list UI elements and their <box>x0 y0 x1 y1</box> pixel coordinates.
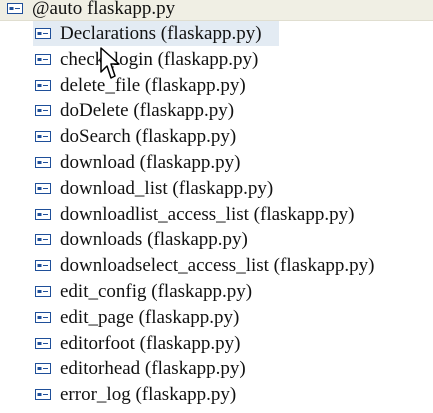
tree-item[interactable]: download (flaskapp.py) <box>0 150 433 176</box>
member-icon <box>35 105 51 117</box>
tree-item-label: downloadselect_access_list (flaskapp.py) <box>60 255 375 277</box>
tree-root-node[interactable]: @auto flaskapp.py <box>0 0 433 21</box>
member-icon <box>35 363 51 375</box>
tree-item[interactable]: delete_file (flaskapp.py) <box>0 73 433 99</box>
member-icon <box>35 389 51 401</box>
tree-item[interactable]: download_list (flaskapp.py) <box>0 176 433 202</box>
member-icon <box>35 182 51 194</box>
tree-item-label: editorhead (flaskapp.py) <box>60 358 246 380</box>
tree-item[interactable]: editorhead (flaskapp.py) <box>0 356 433 382</box>
tree-item-label: check_login (flaskapp.py) <box>60 48 259 70</box>
tree-item[interactable]: downloadselect_access_list (flaskapp.py) <box>0 253 433 279</box>
tree-item[interactable]: doDelete (flaskapp.py) <box>0 98 433 124</box>
member-icon <box>35 53 51 65</box>
member-icon <box>35 234 51 246</box>
mouse-pointer-icon <box>100 47 120 79</box>
tree-item-label: edit_config (flaskapp.py) <box>60 281 253 302</box>
tree-item-label: error_log (flaskapp.py) <box>60 384 237 406</box>
tree-item[interactable]: downloads (flaskapp.py) <box>0 227 433 253</box>
member-icon <box>35 28 51 39</box>
tree-item-label: download_list (flaskapp.py) <box>60 177 274 199</box>
tree-item-label: editorfoot (flaskapp.py) <box>60 332 241 354</box>
tree-item-label: downloads (flaskapp.py) <box>60 229 248 251</box>
tree-item-label: delete_file (flaskapp.py) <box>60 74 246 96</box>
tree-item[interactable]: edit_page (flaskapp.py) <box>0 305 433 331</box>
tree-item[interactable]: check_login (flaskapp.py) <box>0 47 433 73</box>
tree-item[interactable]: editorfoot (flaskapp.py) <box>0 331 433 357</box>
member-icon <box>35 208 51 220</box>
member-icon <box>35 311 51 323</box>
member-icon <box>35 260 51 272</box>
tree-item[interactable]: error_log (flaskapp.py) <box>0 382 433 408</box>
tree-item-label: download (flaskapp.py) <box>60 152 241 173</box>
tree-item-label: doSearch (flaskapp.py) <box>60 126 237 148</box>
tree-root-label: @auto flaskapp.py <box>32 0 176 19</box>
member-icon <box>35 131 51 143</box>
tree-item[interactable]: edit_config (flaskapp.py) <box>0 279 433 305</box>
tree-item-label: doDelete (flaskapp.py) <box>60 100 235 122</box>
tree-item[interactable]: doSearch (flaskapp.py) <box>0 124 433 150</box>
tree-item-label: downloadlist_access_list (flaskapp.py) <box>60 203 355 225</box>
tree-item-label: edit_page (flaskapp.py) <box>60 306 240 328</box>
member-icon <box>35 337 51 349</box>
member-icon <box>35 79 51 91</box>
tree-item[interactable]: downloadlist_access_list (flaskapp.py) <box>0 202 433 228</box>
tree-item[interactable]: Declarations (flaskapp.py) <box>0 21 433 47</box>
member-icon <box>35 286 51 297</box>
tree-item-label: Declarations (flaskapp.py) <box>60 23 262 44</box>
member-icon <box>7 3 23 14</box>
member-icon <box>35 157 51 168</box>
